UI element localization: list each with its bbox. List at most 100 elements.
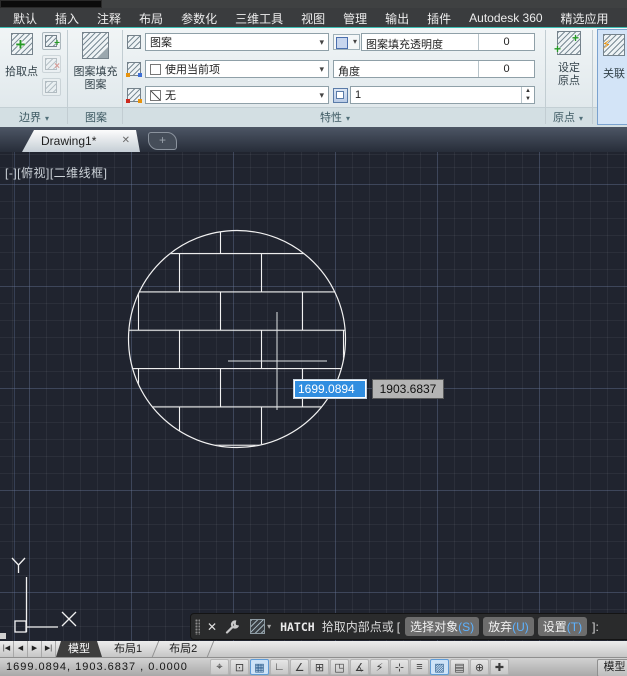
tab-layout1[interactable]: 布局1 [102, 641, 154, 657]
command-line-bar[interactable]: ✕ ▾ HATCH 拾取内部点或 [ 选择对象(S)放弃(U)设置(T) ]: [190, 613, 627, 640]
transparency-value[interactable]: 0 [478, 34, 534, 50]
set-origin-button[interactable]: ++ 设定 原点 [548, 31, 590, 106]
hatch-pattern-button[interactable]: 图案填充 图案 [70, 31, 121, 106]
hatch-type-dropdown[interactable]: 图案 [145, 33, 329, 51]
pick-points-button[interactable]: + 拾取点 [3, 31, 40, 101]
file-tab-drawing1[interactable]: Drawing1* ✕ [22, 130, 140, 152]
hatch-scale-field[interactable]: 1 ▲▼ [350, 86, 535, 104]
command-options: 选择对象(S)放弃(U)设置(T) [403, 617, 589, 636]
hatch-color-icon [127, 62, 141, 76]
autocad-window: 默认插入注释布局参数化三维工具视图管理输出插件Autodesk 360精选应用 … [0, 0, 627, 676]
hatch-command-icon[interactable] [250, 619, 265, 634]
toggle-polar-tracking[interactable]: ∠ [290, 659, 309, 675]
set-origin-label-1: 设定 [558, 62, 580, 74]
hatch-pattern-icon [82, 32, 109, 59]
new-tab-button[interactable]: + [148, 132, 177, 150]
ribbon-tab[interactable]: 注释 [88, 8, 130, 29]
add-select-objects-button[interactable]: + [42, 32, 61, 50]
ribbon-tab[interactable]: 视图 [292, 8, 334, 29]
hatch-type-icon [127, 35, 141, 49]
close-tab-icon[interactable]: ✕ [122, 130, 130, 152]
cancel-command-icon[interactable]: ✕ [207, 620, 217, 634]
toggle-3d-object-snap[interactable]: ◳ [330, 659, 349, 675]
ribbon-tab[interactable]: 管理 [334, 8, 376, 29]
command-bar-grip[interactable] [195, 619, 200, 635]
toggle-snap-mode[interactable]: ⊡ [230, 659, 249, 675]
drawing-canvas[interactable]: [-][俯视][二维线框] 1699.0894 19 [0, 152, 627, 641]
layout-nav-button[interactable]: ▶ [28, 641, 42, 657]
model-space-button[interactable]: 模型 [597, 659, 627, 676]
ribbon: + 拾取点 + × 边界 图案填充 图案 图案 图案 [0, 28, 627, 127]
recreate-boundary-button[interactable] [42, 78, 61, 96]
toggle-infer-constraints[interactable]: ⌖ [210, 659, 229, 675]
ribbon-tab[interactable]: 插入 [46, 8, 88, 29]
set-origin-icon: ++ [557, 31, 581, 55]
properties-panel-label[interactable]: 特性 [280, 109, 390, 125]
dynamic-input-x[interactable]: 1699.0894 [293, 379, 367, 399]
hatch-pattern-label-2: 图案 [85, 79, 107, 91]
ribbon-tab[interactable]: 三维工具 [226, 8, 292, 29]
toggle-quick-properties[interactable]: ▤ [450, 659, 469, 675]
hatch-background-dropdown[interactable]: 无 [145, 86, 329, 104]
dynamic-input-y[interactable]: 1903.6837 [372, 379, 444, 399]
hatch-color-dropdown[interactable]: 使用当前项 [145, 60, 329, 78]
hatch-scale-icon [333, 88, 348, 103]
panel-divider [122, 30, 123, 124]
ribbon-tab[interactable]: 精选应用 [552, 8, 618, 29]
toggle-selection-cycling[interactable]: ⊕ [470, 659, 489, 675]
toggle-grid-display[interactable]: ▦ [250, 659, 269, 675]
hatch-color-swatch-button[interactable] [333, 34, 360, 50]
tab-model[interactable]: 模型 [56, 641, 102, 657]
boundary-panel-label[interactable]: 边界 [6, 109, 62, 125]
toggle-object-snap[interactable]: ⊞ [310, 659, 329, 675]
boundary-tools: + × [42, 32, 64, 101]
customize-wrench-icon[interactable] [225, 620, 239, 634]
ribbon-tab[interactable]: 输出 [376, 8, 418, 29]
toggle-object-snap-tracking[interactable]: ∡ [350, 659, 369, 675]
tab-layout2[interactable]: 布局2 [157, 641, 209, 657]
command-option[interactable]: 选择对象(S) [405, 617, 479, 636]
command-option[interactable]: 放弃(U) [483, 617, 534, 636]
corner-marker [0, 633, 6, 639]
ucs-icon [12, 558, 76, 632]
ribbon-tab[interactable]: 插件 [418, 8, 460, 29]
ribbon-tab[interactable]: 布局 [130, 8, 172, 29]
command-option[interactable]: 设置(T) [538, 617, 587, 636]
active-command: HATCH [280, 620, 315, 634]
hatch-angle-field[interactable]: 角度 0 [333, 60, 535, 78]
panel-divider [67, 30, 68, 124]
origin-panel-label[interactable]: 原点 [541, 109, 595, 125]
hatch-background-icon [127, 88, 141, 102]
toggle-dynamic-ucs[interactable]: ⚡ [370, 659, 389, 675]
layout-nav-button[interactable]: ◀ [14, 641, 28, 657]
pick-points-label: 拾取点 [3, 63, 40, 79]
toggle-annotation-monitor[interactable]: ✚ [490, 659, 509, 675]
hatch-background-value: 无 [165, 87, 176, 103]
angle-label: 角度 [338, 63, 360, 79]
associative-button[interactable]: ⚡ 关联 [597, 29, 627, 125]
associative-icon: ⚡ [603, 34, 625, 56]
associative-label: 关联 [598, 65, 627, 81]
toggle-lineweight[interactable]: ≡ [410, 659, 429, 675]
pattern-panel-label[interactable]: 图案 [70, 109, 122, 125]
ribbon-tab[interactable]: Autodesk 360 [460, 9, 551, 27]
layout-nav-button[interactable]: ▶| [42, 641, 56, 657]
hatch-color-value: 使用当前项 [165, 61, 220, 77]
command-prompt: 拾取内部点或 [322, 618, 394, 635]
current-color-chip [150, 64, 161, 75]
toggle-transparency[interactable]: ▨ [430, 659, 449, 675]
angle-value[interactable]: 0 [478, 61, 534, 77]
file-tab-bar: Drawing1* ✕ + [0, 127, 627, 152]
layout-nav-button[interactable]: |◀ [0, 641, 14, 657]
ribbon-tab[interactable]: 参数化 [172, 8, 226, 29]
toggle-ortho-mode[interactable]: ∟ [270, 659, 289, 675]
scale-value[interactable]: 1 [355, 89, 361, 101]
ribbon-tab[interactable]: 默认 [4, 8, 46, 29]
scale-spinner[interactable]: ▲▼ [521, 87, 534, 103]
remove-boundary-button[interactable]: × [42, 55, 61, 73]
bracket-close: ]: [592, 620, 599, 634]
hatch-transparency-field[interactable]: 图案填充透明度 0 [361, 33, 535, 51]
toggle-dynamic-input[interactable]: ⊹ [390, 659, 409, 675]
file-tab-title: Drawing1* [41, 134, 96, 148]
command-dropdown-icon[interactable]: ▾ [267, 622, 271, 631]
